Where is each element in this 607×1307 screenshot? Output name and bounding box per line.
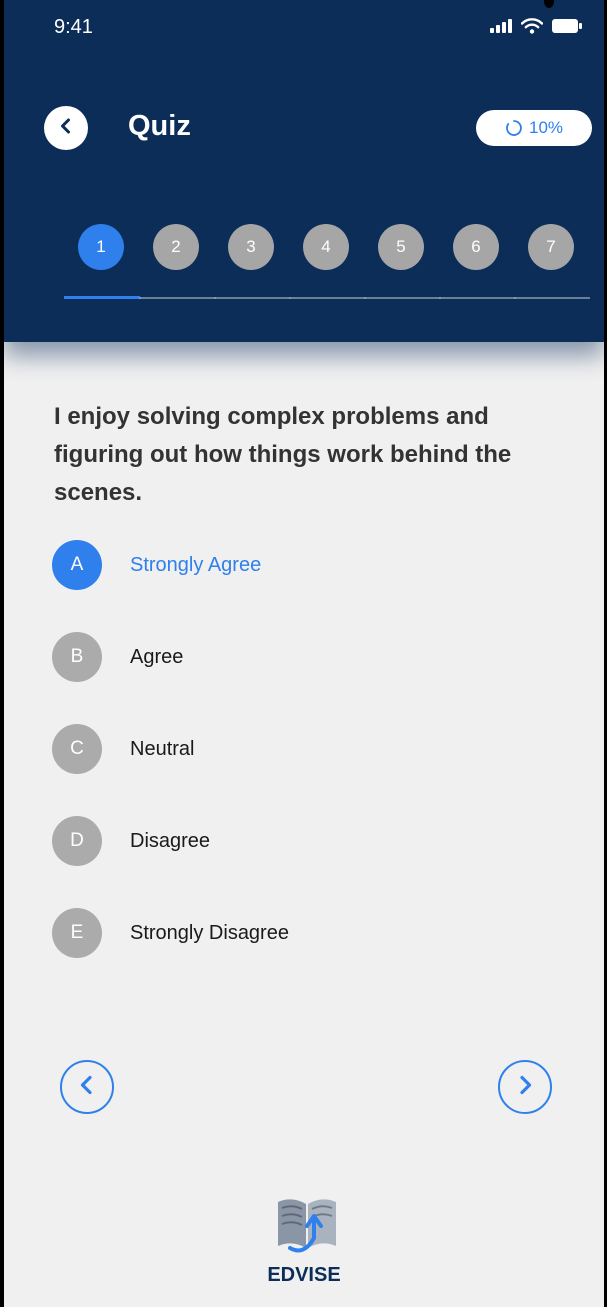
option-c[interactable]: C Neutral [52,724,552,774]
step-track-divider [214,297,216,299]
signal-icon [490,19,512,33]
brand-name: EDVISE [267,1264,341,1286]
open-book-icon [274,1190,340,1256]
status-icons [490,18,582,34]
chevron-left-icon [57,117,75,140]
option-letter-badge: C [52,724,102,774]
step-track-divider [514,297,516,299]
step-5[interactable]: 5 [378,224,424,270]
back-button[interactable] [44,106,88,150]
progress-badge: 10% [476,110,592,146]
wifi-icon [521,18,543,34]
battery-icon [552,19,582,33]
step-progress-fill [64,296,140,299]
step-4[interactable]: 4 [303,224,349,270]
option-label: Strongly Disagree [130,921,289,944]
option-label: Strongly Agree [130,553,262,576]
option-label: Neutral [130,737,195,760]
step-6[interactable]: 6 [453,224,499,270]
progress-value: 10% [528,118,564,137]
step-track-divider [439,297,441,299]
option-a[interactable]: A Strongly Agree [52,540,552,590]
step-2[interactable]: 2 [153,224,199,270]
option-letter-badge: D [52,816,102,866]
step-track-divider [364,297,366,299]
option-letter-badge: E [52,908,102,958]
previous-question-button[interactable] [60,1060,114,1114]
option-e[interactable]: E Strongly Disagree [52,908,552,958]
option-label: Disagree [130,829,211,852]
step-3[interactable]: 3 [228,224,274,270]
phone-screen: 9:41 Quiz 10% 1 2 3 4 5 6 7 I enjoy solv… [4,0,604,1307]
option-label: Agree [130,645,184,668]
loading-ring-icon [505,119,523,137]
step-progress-track [64,296,590,299]
step-1[interactable]: 1 [78,224,124,270]
option-d[interactable]: D Disagree [52,816,552,866]
step-track-divider [139,297,141,299]
next-question-button[interactable] [498,1060,552,1114]
question-text: I enjoy solving complex problems and fig… [54,403,512,506]
status-time: 9:41 [54,16,93,38]
chevron-left-icon [76,1074,98,1101]
camera-dot [544,0,554,8]
option-letter-badge: A [52,540,102,590]
step-indicator: 1234567 [64,224,590,272]
option-b[interactable]: B Agree [52,632,552,682]
step-7[interactable]: 7 [528,224,574,270]
status-bar: 9:41 [4,0,604,60]
step-track-divider [289,297,291,299]
page-title: Quiz [128,110,191,142]
header: 9:41 Quiz 10% 1 2 3 4 5 6 7 [4,0,604,342]
chevron-right-icon [514,1074,536,1101]
option-letter-badge: B [52,632,102,682]
